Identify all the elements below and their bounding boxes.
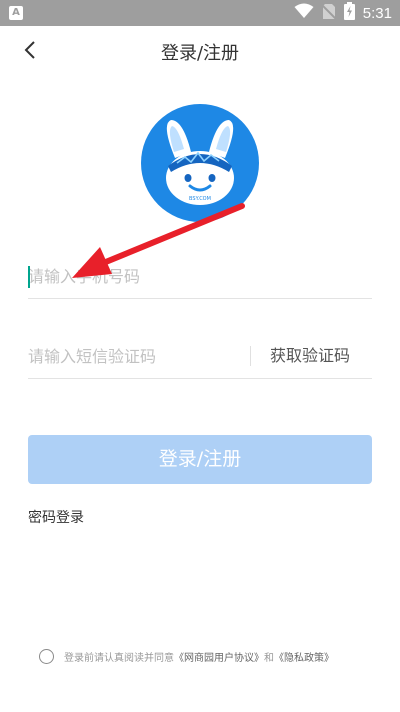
avatar: BSY.COM (141, 104, 259, 222)
status-icons: 5:31 (294, 0, 392, 26)
no-sim-icon (321, 3, 337, 24)
sms-code-input-row: 获取验证码 (28, 336, 372, 379)
bunny-robot-logo-icon: BSY.COM (141, 104, 259, 222)
agree-checkbox[interactable] (39, 648, 54, 664)
agreement-joiner: 和 (264, 652, 274, 664)
password-login-link[interactable]: 密码登录 (28, 507, 84, 527)
header: 登录/注册 (0, 26, 400, 78)
sms-code-input[interactable] (28, 336, 238, 376)
input-divider (250, 346, 251, 366)
status-time: 5:31 (362, 4, 392, 22)
status-bar: A 5:31 (0, 0, 400, 26)
battery-charging-icon (343, 2, 355, 24)
page-title: 登录/注册 (160, 43, 240, 64)
agreement: 登录前请认真阅读并同意 《网商园用户协议》 和 《隐私政策》 (39, 648, 334, 664)
wifi-icon (294, 3, 314, 23)
user-agreement-link[interactable]: 《网商园用户协议》 (174, 649, 264, 664)
phone-input[interactable] (28, 256, 372, 296)
app-notification-icon: A (9, 6, 23, 20)
get-code-button[interactable]: 获取验证码 (270, 336, 350, 376)
phone-input-row (28, 256, 372, 299)
login-screen: A 5:31 登录/注册 BSY.COM 请输入手机号码 请输入短信验证码 获取… (0, 0, 400, 712)
logo-text: BSY.COM (189, 196, 211, 202)
agreement-prefix: 登录前请认真阅读并同意 (64, 652, 174, 664)
text-caret (28, 266, 30, 288)
privacy-policy-link[interactable]: 《隐私政策》 (274, 649, 334, 664)
login-register-button[interactable]: 登录/注册 (28, 435, 372, 484)
